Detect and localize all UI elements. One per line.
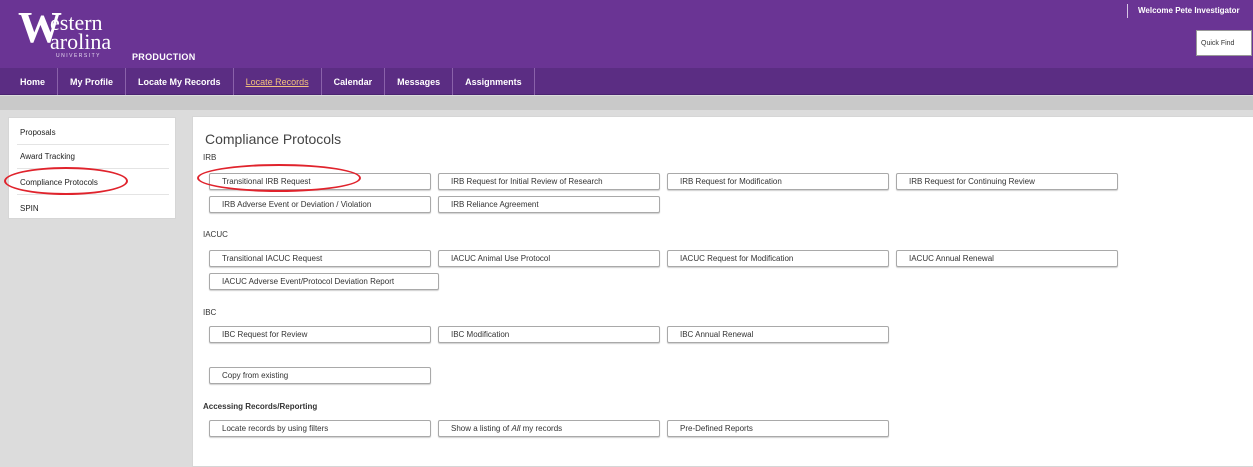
sidebar-item-spin[interactable]: SPIN: [20, 204, 39, 213]
section-heading-reporting: Accessing Records/Reporting: [203, 402, 318, 411]
sidebar-item-compliance-protocols[interactable]: Compliance Protocols: [20, 178, 98, 187]
quick-find-button[interactable]: Quick Find: [1196, 30, 1252, 56]
nav-item-locate-records[interactable]: Locate Records: [234, 68, 322, 95]
main-content-panel: Compliance Protocols IRB Transitional IR…: [192, 116, 1253, 467]
iacuc-modification-button[interactable]: IACUC Request for Modification: [667, 250, 889, 267]
iacuc-adverse-event-button[interactable]: IACUC Adverse Event/Protocol Deviation R…: [209, 273, 439, 290]
main-navigation: Home My Profile Locate My Records Locate…: [0, 68, 1253, 95]
sub-header-band: [0, 96, 1253, 110]
sidebar: Proposals Award Tracking Compliance Prot…: [8, 117, 176, 219]
show-all-records-suffix: my records: [520, 424, 563, 433]
app-header: W estern arolina UNIVERSITY PRODUCTION W…: [0, 0, 1253, 68]
show-all-records-button[interactable]: Show a listing of All my records: [438, 420, 660, 437]
nav-item-locate-my-records[interactable]: Locate My Records: [126, 68, 234, 95]
sidebar-divider: [17, 168, 169, 169]
ibc-request-for-review-button[interactable]: IBC Request for Review: [209, 326, 431, 343]
nav-item-messages[interactable]: Messages: [385, 68, 454, 95]
iacuc-annual-renewal-button[interactable]: IACUC Annual Renewal: [896, 250, 1118, 267]
iacuc-animal-use-protocol-button[interactable]: IACUC Animal Use Protocol: [438, 250, 660, 267]
section-heading-iacuc: IACUC: [203, 230, 228, 239]
page-title: Compliance Protocols: [205, 131, 342, 147]
nav-item-calendar[interactable]: Calendar: [322, 68, 386, 95]
section-heading-ibc: IBC: [203, 308, 217, 317]
irb-initial-review-button[interactable]: IRB Request for Initial Review of Resear…: [438, 173, 660, 190]
sidebar-divider: [17, 144, 169, 145]
logo-text-university: UNIVERSITY: [56, 53, 102, 59]
section-heading-irb: IRB: [203, 153, 217, 162]
ibc-modification-button[interactable]: IBC Modification: [438, 326, 660, 343]
welcome-message[interactable]: Welcome Pete Investigator: [1138, 6, 1240, 15]
nav-item-list: Home My Profile Locate My Records Locate…: [8, 68, 535, 95]
irb-modification-button[interactable]: IRB Request for Modification: [667, 173, 889, 190]
ibc-annual-renewal-button[interactable]: IBC Annual Renewal: [667, 326, 889, 343]
header-divider: [1127, 4, 1128, 18]
irb-reliance-agreement-button[interactable]: IRB Reliance Agreement: [438, 196, 660, 213]
nav-item-my-profile[interactable]: My Profile: [58, 68, 127, 95]
university-logo[interactable]: W estern arolina UNIVERSITY: [14, 6, 126, 62]
locate-records-filters-button[interactable]: Locate records by using filters: [209, 420, 431, 437]
logo-text-carolina: arolina: [50, 29, 112, 54]
nav-item-assignments[interactable]: Assignments: [453, 68, 535, 95]
copy-from-existing-button[interactable]: Copy from existing: [209, 367, 431, 384]
irb-continuing-review-button[interactable]: IRB Request for Continuing Review: [896, 173, 1118, 190]
sidebar-item-proposals[interactable]: Proposals: [20, 128, 56, 137]
sidebar-divider: [17, 194, 169, 195]
pre-defined-reports-button[interactable]: Pre-Defined Reports: [667, 420, 889, 437]
irb-adverse-event-button[interactable]: IRB Adverse Event or Deviation / Violati…: [209, 196, 431, 213]
transitional-irb-request-button[interactable]: Transitional IRB Request: [209, 173, 431, 190]
transitional-iacuc-request-button[interactable]: Transitional IACUC Request: [209, 250, 431, 267]
show-all-records-prefix: Show a listing of: [451, 424, 512, 433]
environment-label: PRODUCTION: [132, 52, 196, 62]
sidebar-item-award-tracking[interactable]: Award Tracking: [20, 152, 75, 161]
nav-item-home[interactable]: Home: [8, 68, 59, 95]
